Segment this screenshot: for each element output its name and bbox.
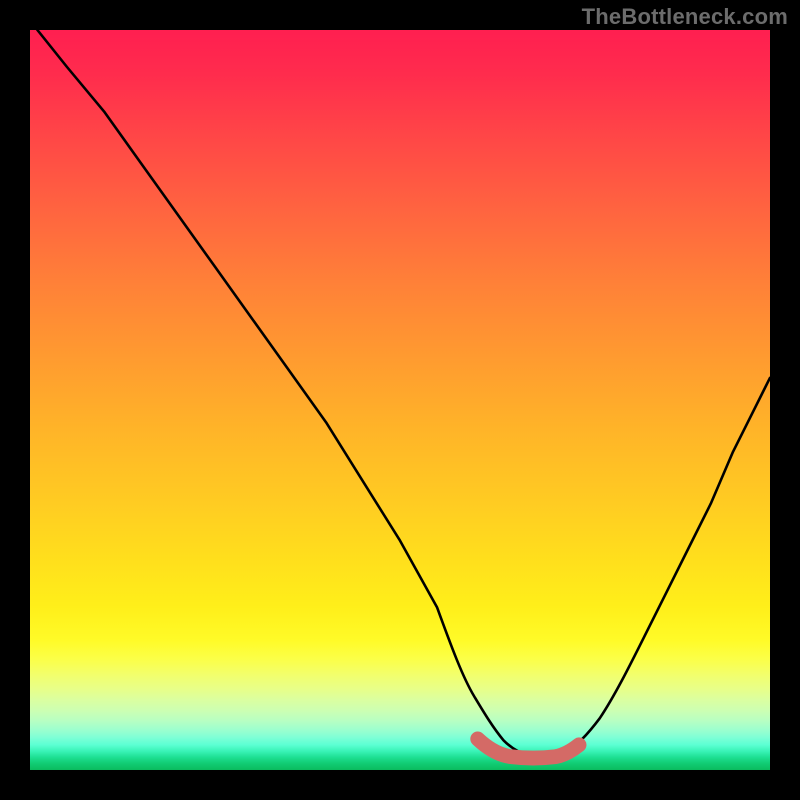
chart-frame: TheBottleneck.com (0, 0, 800, 800)
valley-marker (478, 739, 579, 758)
curve-layer (30, 30, 770, 770)
bottleneck-curve (37, 30, 770, 757)
watermark-label: TheBottleneck.com (582, 4, 788, 30)
plot-area (30, 30, 770, 770)
